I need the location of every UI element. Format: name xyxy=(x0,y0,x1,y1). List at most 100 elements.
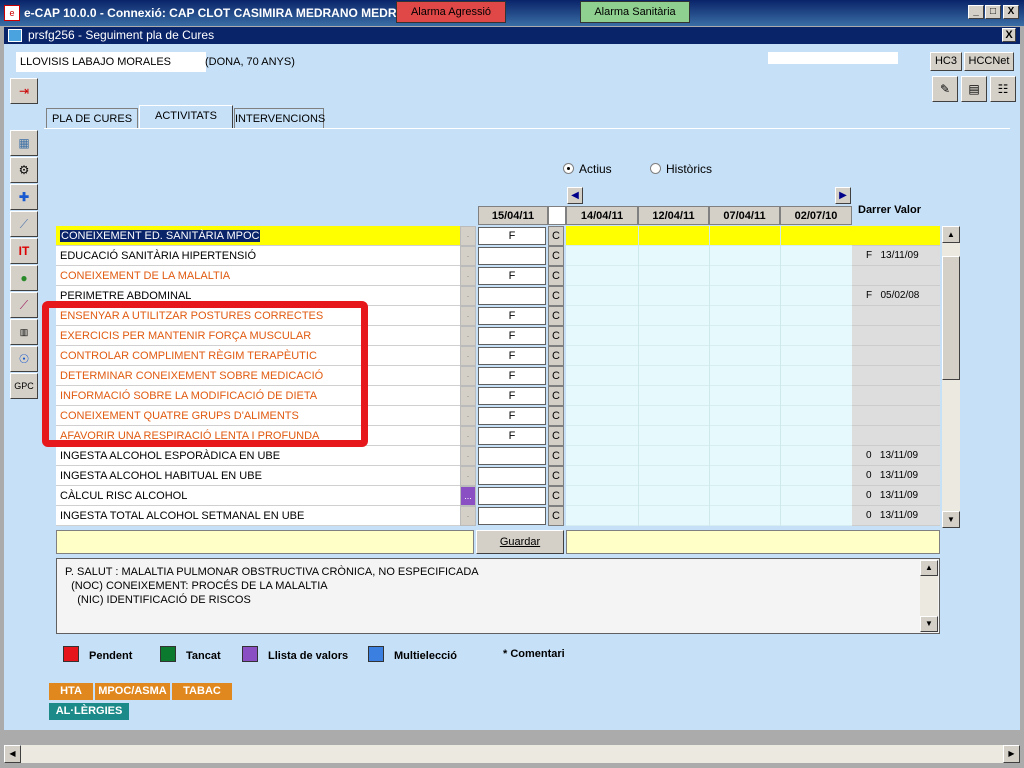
minimize-button[interactable]: _ xyxy=(968,5,984,19)
value-list-button[interactable]: · xyxy=(460,406,476,426)
activity-value-input[interactable]: F xyxy=(478,267,546,285)
value-list-button[interactable]: · xyxy=(460,386,476,406)
activity-value-input[interactable] xyxy=(478,487,546,505)
tree-icon[interactable]: ☷ xyxy=(990,76,1016,102)
tab-allergies[interactable]: AL·LÈRGIES xyxy=(49,703,129,720)
exit-icon[interactable]: ⇥ xyxy=(10,78,38,104)
next-date-button[interactable]: ▶ xyxy=(835,187,851,204)
plus-icon[interactable]: ✚ xyxy=(10,184,38,210)
value-list-button[interactable]: · xyxy=(460,366,476,386)
activity-name[interactable]: CÀLCUL RISC ALCOHOL xyxy=(56,486,460,506)
alarm-sanitary-button[interactable]: Alarma Sanitària xyxy=(580,1,690,23)
value-list-button[interactable]: · xyxy=(460,286,476,306)
value-list-button[interactable]: · xyxy=(460,466,476,486)
comment-button[interactable]: C xyxy=(548,486,564,506)
comment-button[interactable]: C xyxy=(548,266,564,286)
value-list-button[interactable]: · xyxy=(460,326,476,346)
comment-button[interactable]: C xyxy=(548,366,564,386)
scroll-thumb[interactable] xyxy=(942,256,960,380)
activity-value-input[interactable]: F xyxy=(478,387,546,405)
activity-value-input[interactable]: F xyxy=(478,347,546,365)
comment-button[interactable]: C xyxy=(548,386,564,406)
comment-button[interactable]: C xyxy=(548,446,564,466)
value-list-button[interactable]: · xyxy=(460,426,476,446)
value-list-button[interactable]: · xyxy=(460,446,476,466)
table-row[interactable]: EDUCACIÓ SANITÀRIA HIPERTENSIÓ · C F 13/11/… xyxy=(56,246,940,266)
comment-button[interactable]: C xyxy=(548,306,564,326)
lab-icon[interactable]: ▥ xyxy=(10,319,38,345)
syringe-icon[interactable]: ⟋ xyxy=(10,211,38,237)
value-list-button[interactable]: · xyxy=(460,306,476,326)
scroll-down-icon[interactable]: ▼ xyxy=(920,616,938,632)
clipboard-icon[interactable]: ▤ xyxy=(961,76,987,102)
activity-name[interactable]: INGESTA ALCOHOL HABITUAL EN UBE xyxy=(56,466,460,486)
value-list-button[interactable]: · xyxy=(460,226,476,246)
table-row[interactable]: CÀLCUL RISC ALCOHOL... C 0 13/11/09 xyxy=(56,486,940,506)
activity-value-input[interactable] xyxy=(478,467,546,485)
module-close-button[interactable]: X xyxy=(1002,28,1016,42)
tab-tabac[interactable]: TABAC xyxy=(172,683,232,700)
radio-actius[interactable]: Actius xyxy=(563,162,612,176)
save-button[interactable]: Guardar xyxy=(476,530,564,554)
table-row[interactable]: INGESTA ALCOHOL ESPORÀDICA EN UBE · C 0 13/… xyxy=(56,446,940,466)
close-button[interactable]: X xyxy=(1003,5,1019,19)
scroll-down-icon[interactable]: ▼ xyxy=(942,511,960,528)
activity-value-input[interactable]: F xyxy=(478,407,546,425)
scroll-left-icon[interactable]: ◀ xyxy=(4,745,21,763)
comment-field-left[interactable] xyxy=(56,530,474,554)
alarm-aggression-button[interactable]: Alarma Agressió xyxy=(396,1,506,23)
medication-icon[interactable]: ⚙ xyxy=(10,157,38,183)
scroll-up-icon[interactable]: ▲ xyxy=(920,560,938,576)
table-row[interactable]: INGESTA TOTAL ALCOHOL SETMANAL EN UBE · C 0… xyxy=(56,506,940,526)
hc3-button[interactable]: HC3 xyxy=(930,52,962,71)
value-list-button[interactable]: · xyxy=(460,506,476,526)
activity-value-input[interactable]: F xyxy=(478,307,546,325)
comment-button[interactable]: C xyxy=(548,286,564,306)
tab-mpoc-asma[interactable]: MPOC/ASMA xyxy=(95,683,170,700)
comment-button[interactable]: C xyxy=(548,246,564,266)
activity-name[interactable]: INGESTA ALCOHOL ESPORÀDICA EN UBE xyxy=(56,446,460,466)
tab-hta[interactable]: HTA xyxy=(49,683,93,700)
horizontal-scrollbar[interactable]: ◀ ▶ xyxy=(4,745,1020,763)
activity-value-input[interactable]: F xyxy=(478,227,546,245)
tab-activitats[interactable]: ACTIVITATS xyxy=(139,105,233,129)
document-icon[interactable]: ▦ xyxy=(10,130,38,156)
table-row[interactable]: CONEIXEMENT DE LA MALALTIA · F C xyxy=(56,266,940,286)
comment-button[interactable]: C xyxy=(548,506,564,526)
pill-icon[interactable]: ● xyxy=(10,265,38,291)
tab-intervencions[interactable]: INTERVENCIONS xyxy=(234,108,325,128)
activity-value-input[interactable] xyxy=(478,247,546,265)
activity-value-input[interactable] xyxy=(478,287,546,305)
value-list-button[interactable]: · xyxy=(460,246,476,266)
comment-button[interactable]: C xyxy=(548,426,564,446)
value-list-button[interactable]: · xyxy=(460,346,476,366)
radio-historics[interactable]: Històrics xyxy=(650,162,712,176)
comment-button[interactable]: C xyxy=(548,226,564,246)
table-row[interactable]: CONEIXEMENT ED. SANITÀRIA MPOC · F C xyxy=(56,226,940,246)
activity-name[interactable]: CONEIXEMENT ED. SANITÀRIA MPOC xyxy=(56,226,460,246)
prev-date-button[interactable]: ◀ xyxy=(567,187,583,204)
scroll-up-icon[interactable]: ▲ xyxy=(942,226,960,243)
activity-value-input[interactable] xyxy=(478,447,546,465)
value-list-button[interactable]: · xyxy=(460,266,476,286)
gpc-button[interactable]: GPC xyxy=(10,373,38,399)
comment-button[interactable]: C xyxy=(548,326,564,346)
value-list-button[interactable]: ... xyxy=(460,486,476,506)
activity-name[interactable]: CONEIXEMENT DE LA MALALTIA xyxy=(56,266,460,286)
activity-name[interactable]: INGESTA TOTAL ALCOHOL SETMANAL EN UBE xyxy=(56,506,460,526)
notes-scrollbar[interactable]: ▲ ▼ xyxy=(920,560,938,632)
grid-scrollbar[interactable]: ▲ ▼ xyxy=(942,226,960,528)
comment-button[interactable]: C xyxy=(548,406,564,426)
hccnet-button[interactable]: HCCNet xyxy=(964,52,1014,71)
tools-icon[interactable]: ✎ xyxy=(932,76,958,102)
comment-button[interactable]: C xyxy=(548,346,564,366)
it-button[interactable]: IT xyxy=(10,238,38,264)
activity-value-input[interactable]: F xyxy=(478,427,546,445)
new-date-icon[interactable] xyxy=(548,206,566,225)
activity-name[interactable]: EDUCACIÓ SANITÀRIA HIPERTENSIÓ xyxy=(56,246,460,266)
test-tube-icon[interactable]: ⟋ xyxy=(10,292,38,318)
scroll-right-icon[interactable]: ▶ xyxy=(1003,745,1020,763)
activity-value-input[interactable] xyxy=(478,507,546,525)
activity-value-input[interactable]: F xyxy=(478,327,546,345)
stethoscope-icon[interactable]: ☉ xyxy=(10,346,38,372)
